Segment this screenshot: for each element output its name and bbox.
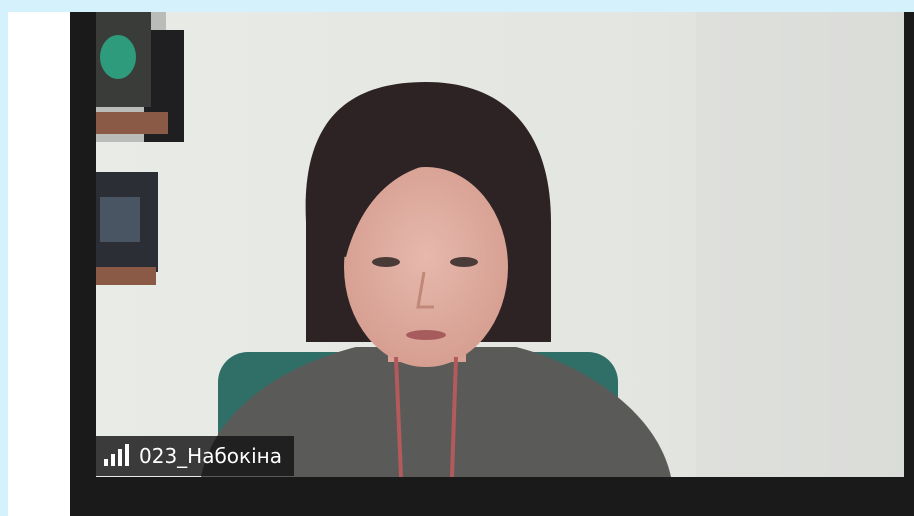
- network-signal-icon: [104, 444, 129, 466]
- participant-name: 023_Набокіна: [139, 444, 283, 468]
- participant-video[interactable]: [96, 12, 904, 477]
- video-frame-image: [96, 12, 904, 477]
- screen-frame: 023_Набокіна: [0, 0, 914, 516]
- participant-name-tag: 023_Набокіна: [96, 436, 295, 476]
